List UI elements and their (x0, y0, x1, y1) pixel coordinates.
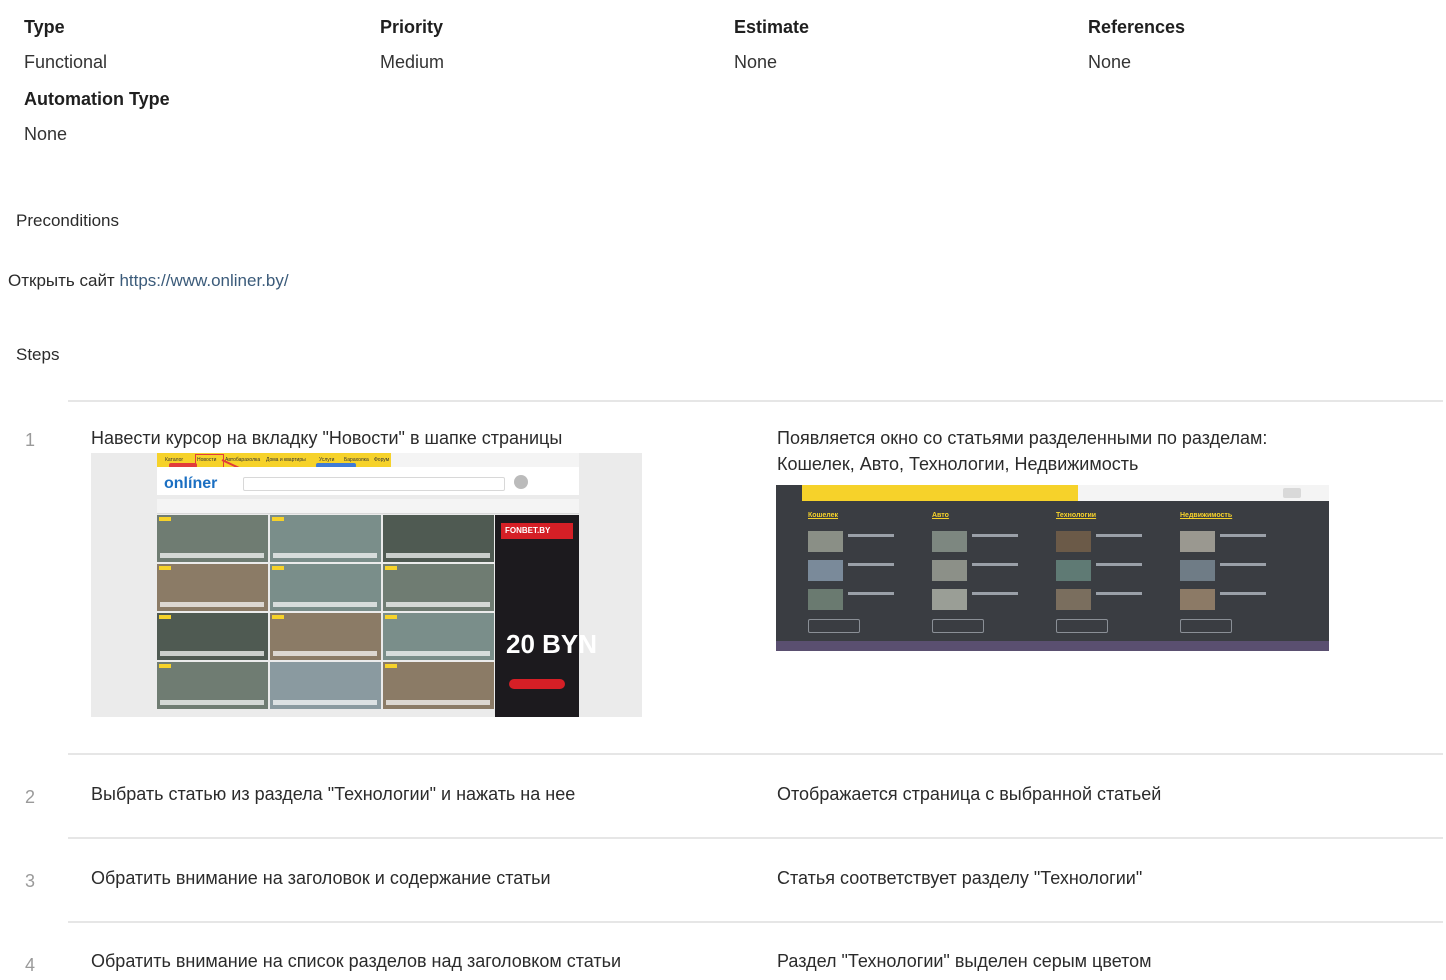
nav-forum: Форум (374, 457, 390, 463)
article-thumb (1056, 589, 1091, 610)
news-tile (157, 564, 268, 611)
step-expected: Раздел "Технологии" выделен серым цветом (777, 951, 1152, 971)
onliner-logo: onlíner (164, 475, 218, 492)
step-number: 2 (25, 787, 36, 807)
news-tile (383, 515, 494, 562)
more-button (808, 619, 860, 633)
page-underlay (776, 641, 1329, 651)
nav-realty: Дома и квартиры (266, 457, 306, 463)
news-tile (157, 662, 268, 709)
topbar-counter (1283, 488, 1301, 498)
article-thumb (808, 560, 843, 581)
news-tile (270, 564, 381, 611)
article-thumb (932, 589, 967, 610)
preconditions-title: Preconditions (16, 211, 120, 230)
article-thumb (932, 531, 967, 552)
onliner-search-input (243, 477, 505, 491)
preconditions-link[interactable]: https://www.onliner.by/ (119, 271, 288, 290)
article-line (848, 563, 894, 566)
news-tile (383, 564, 494, 611)
preconditions-prefix: Открыть сайт (8, 271, 120, 290)
article-line (1220, 563, 1266, 566)
news-tile (270, 613, 381, 660)
preconditions-text: Открыть сайт https://www.onliner.by/ (8, 271, 289, 291)
article-thumb (1056, 531, 1091, 552)
step-number: 3 (25, 871, 36, 891)
news-tile (157, 515, 268, 562)
column-auto: Авто (932, 512, 949, 519)
article-line (972, 563, 1018, 566)
article-line (1096, 592, 1142, 595)
step-action: Выбрать статью из раздела "Технологии" и… (91, 784, 576, 804)
more-button (1056, 619, 1108, 633)
article-thumb (932, 560, 967, 581)
column-tech: Технологии (1056, 512, 1097, 519)
news-tab-highlight (195, 454, 224, 468)
news-tile (383, 613, 494, 660)
news-tile (270, 662, 381, 709)
meta-automation: Automation Type None (24, 89, 170, 145)
article-thumb (808, 531, 843, 552)
article-thumb (1180, 531, 1215, 552)
article-line (848, 534, 894, 537)
step-expected-line1: Появляется окно со статьями разделенными… (777, 428, 1268, 448)
step-row: 3 Обратить внимание на заголовок и содер… (25, 837, 1443, 921)
article-line (1096, 534, 1142, 537)
onliner-subnav (157, 499, 579, 514)
steps-title: Steps (16, 345, 60, 364)
references-label: References (1088, 17, 1186, 37)
step-expected: Появляется окно со статьями разделенными… (777, 425, 1267, 477)
step-row: 2 Выбрать статью из раздела "Технологии"… (25, 753, 1443, 837)
article-line (972, 534, 1018, 537)
column-wallet: Кошелек (808, 512, 839, 519)
step-number: 4 (25, 955, 36, 975)
ad-brand: FONBET.BY (505, 526, 551, 535)
article-line (1220, 534, 1266, 537)
onliner-topbar-right (391, 453, 579, 467)
automation-label: Automation Type (24, 89, 170, 109)
meta-type: Type Functional (24, 17, 107, 73)
step-action: Обратить внимание на заголовок и содержа… (91, 868, 551, 888)
news-tile (157, 613, 268, 660)
step-expected-line2: Кошелек, Авто, Технологии, Недвижимость (777, 454, 1139, 474)
type-value: Functional (24, 52, 108, 72)
step1-screenshot-homepage[interactable]: Каталог Новости Автобарахолка Дома и ква… (91, 453, 642, 717)
article-thumb (1056, 560, 1091, 581)
news-tile (383, 662, 494, 709)
step-row: 4 Обратить внимание на список разделов н… (25, 921, 1443, 980)
automation-value: None (24, 124, 68, 144)
onliner-topbar (802, 485, 1078, 501)
article-thumb (808, 589, 843, 610)
ad-button (509, 679, 565, 689)
ad-amount: 20 BYN (506, 629, 598, 659)
article-line (1096, 563, 1142, 566)
step-expected: Отображается страница с выбранной статье… (777, 784, 1162, 804)
priority-value: Medium (380, 52, 445, 72)
step1-screenshot-dropdown[interactable]: Кошелек Авто Технологии Недвижимость (776, 485, 1329, 651)
more-button (1180, 619, 1232, 633)
step-number: 1 (25, 430, 36, 450)
article-line (972, 592, 1018, 595)
priority-label: Priority (380, 17, 444, 37)
meta-references: References None (1088, 17, 1185, 73)
column-realty: Недвижимость (1180, 512, 1233, 519)
meta-priority: Priority Medium (380, 17, 444, 73)
step-action: Навести курсор на вкладку "Новости" в ша… (91, 428, 563, 448)
article-thumb (1180, 589, 1215, 610)
step-expected: Статья соответствует разделу "Технологии… (777, 868, 1143, 888)
news-tiles-grid (157, 515, 495, 717)
references-value: None (1088, 52, 1132, 72)
article-line (1220, 592, 1266, 595)
avatar-icon (514, 475, 528, 489)
news-tile (270, 515, 381, 562)
estimate-label: Estimate (734, 17, 810, 37)
article-thumb (1180, 560, 1215, 581)
step-action: Обратить внимание на список разделов над… (91, 951, 622, 971)
meta-estimate: Estimate None (734, 17, 809, 73)
type-label: Type (24, 17, 65, 37)
article-line (848, 592, 894, 595)
more-button (932, 619, 984, 633)
estimate-value: None (734, 52, 778, 72)
